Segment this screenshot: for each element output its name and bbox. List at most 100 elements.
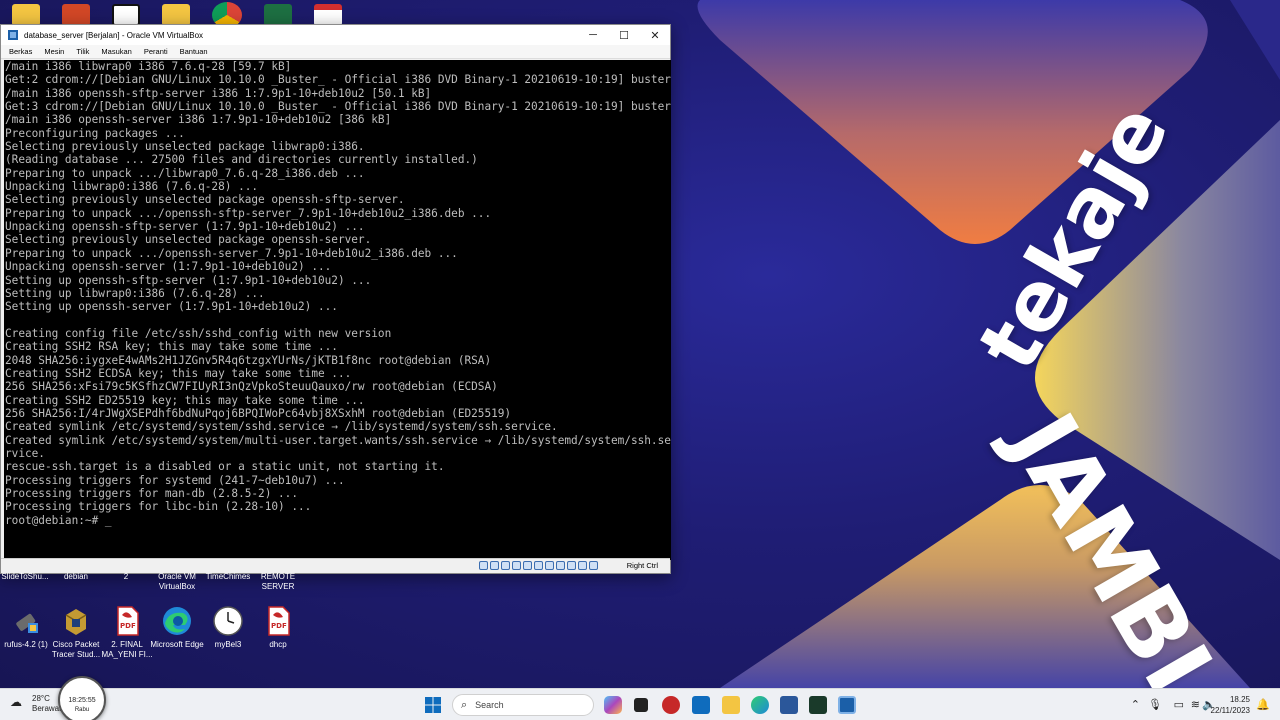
desktop-icon-edge[interactable]: Microsoft Edge — [149, 605, 205, 650]
tray-clock[interactable]: 18.25 22/11/2023 — [1211, 694, 1250, 716]
clock-day: Rabu — [74, 707, 90, 713]
wifi-icon[interactable]: ≋ — [1191, 698, 1200, 711]
terminal-line: /main i386 libwrap0 i386 7.6.q-28 [59.7 … — [5, 60, 292, 73]
window-title: database_server [Berjalan] - Oracle VM V… — [24, 30, 204, 40]
desktop-label-slidetoshutdown[interactable]: SlideToShu... — [0, 572, 53, 582]
menu-peranti[interactable]: Peranti — [144, 47, 168, 56]
terminal-icon[interactable] — [809, 696, 827, 714]
mail-icon[interactable] — [692, 696, 710, 714]
terminal-line: Setting up openssh-server (1:7.9p1-10+de… — [5, 300, 338, 314]
excel-icon[interactable] — [264, 4, 292, 26]
terminal-line: Creating SSH2 ED25519 key; this may take… — [5, 393, 365, 407]
desktop-icon-mybel3[interactable]: myBel3 — [200, 605, 256, 650]
shared-folder-icon[interactable] — [534, 561, 543, 570]
file-explorer-icon[interactable] — [722, 696, 740, 714]
terminal-line: Selecting previously unselected package … — [5, 233, 372, 247]
windows-start-icon[interactable] — [424, 696, 442, 714]
weather-widget[interactable]: ☁ 28°C Berawan — [10, 694, 64, 714]
terminal-line: /main i386 openssh-server i386 1:7.9p1-1… — [5, 113, 392, 127]
terminal-line: 2048 SHA256:iygxeE4wAMs2H1JZGnv5R4q6tzgx… — [5, 353, 492, 367]
terminal-line: Created symlink /etc/systemd/system/sshd… — [5, 420, 558, 434]
terminal-line: Selecting previously unselected package … — [5, 193, 405, 207]
svg-text:PDF: PDF — [271, 622, 287, 630]
cpu-icon[interactable] — [567, 561, 576, 570]
usb-icon[interactable] — [523, 561, 532, 570]
desktop-label-virtualbox[interactable]: Oracle VM VirtualBox — [149, 572, 205, 592]
virtualbox-taskbar-icon[interactable] — [838, 696, 856, 714]
close-button[interactable]: ✕ — [640, 25, 670, 45]
menu-bar: Berkas Mesin Tilik Masukan Peranti Bantu… — [1, 45, 670, 59]
mouse-integration-icon[interactable] — [578, 561, 587, 570]
menu-tilik[interactable]: Tilik — [76, 47, 89, 56]
powerpoint-icon[interactable] — [62, 4, 90, 26]
maximize-button[interactable]: ☐ — [609, 25, 639, 45]
terminal-line: Preparing to unpack .../openssh-server_7… — [5, 246, 458, 260]
hdd-icon[interactable] — [479, 561, 488, 570]
desktop-icon-packet-tracer[interactable]: Cisco Packet Tracer Stud... — [48, 605, 104, 660]
power-app-icon[interactable] — [662, 696, 680, 714]
notification-icon[interactable]: 🔔 — [1256, 698, 1270, 711]
menu-bantuan[interactable]: Bantuan — [180, 47, 208, 56]
network-tray-icon[interactable]: ▭ — [1174, 698, 1184, 711]
status-bar: Right Ctrl — [1, 558, 670, 573]
terminal-line: Processing triggers for man-db (2.8.5-2)… — [5, 487, 298, 500]
edge-icon — [161, 605, 193, 637]
desktop-label-timechimes[interactable]: TimeChimes — [200, 572, 256, 582]
desktop-label-debian[interactable]: debian — [48, 572, 104, 582]
terminal-line: Creating config file /etc/ssh/sshd_confi… — [5, 326, 392, 340]
tray-chevron-icon[interactable]: ⌃ — [1131, 698, 1140, 711]
pdf-icon[interactable] — [314, 4, 342, 26]
word-icon[interactable] — [780, 696, 798, 714]
terminal-line: Created symlink /etc/systemd/system/mult… — [5, 433, 671, 447]
desktop-icon-rufus[interactable]: rufus-4.2 (1) — [0, 605, 54, 650]
terminal-line: (Reading database ... 27500 files and di… — [5, 153, 478, 167]
minimize-button[interactable]: ─ — [578, 25, 608, 45]
network-icon[interactable] — [512, 561, 521, 570]
task-view-icon[interactable] — [634, 698, 648, 712]
folder-icon[interactable] — [12, 4, 40, 26]
terminal-line: Creating SSH2 RSA key; this may take som… — [5, 340, 338, 354]
desktop-icon-final-pdf[interactable]: PDF 2. FINAL MA_YENI FI... — [99, 605, 155, 660]
terminal-line: Setting up openssh-sftp-server (1:7.9p1-… — [5, 273, 372, 287]
copilot-icon[interactable] — [604, 696, 622, 714]
keyboard-icon[interactable] — [589, 561, 598, 570]
terminal-line: Unpacking libwrap0:i386 (7.6.q-28) ... — [5, 180, 259, 194]
audio-icon[interactable] — [501, 561, 510, 570]
terminal-line: Preconfiguring packages ... — [5, 126, 185, 140]
window-titlebar[interactable]: database_server [Berjalan] - Oracle VM V… — [1, 25, 670, 45]
terminal-line: rescue-ssh.target is a disabled or a sta… — [5, 460, 445, 474]
microphone-icon[interactable]: 🎙 — [1148, 698, 1162, 711]
taskbar-search[interactable]: ⌕ Search — [452, 694, 594, 716]
capcut-icon[interactable] — [112, 4, 140, 26]
folder-icon[interactable] — [162, 4, 190, 26]
clock-time: 18:25:55 — [68, 697, 96, 704]
terminal-line: Preparing to unpack .../libwrap0_7.6.q-2… — [5, 166, 365, 180]
menu-mesin[interactable]: Mesin — [44, 47, 64, 56]
desktop-label-remote-server[interactable]: REMOTE SERVER — [251, 572, 305, 592]
clock-icon — [212, 605, 244, 637]
desktop-label-2[interactable]: 2 — [98, 572, 154, 582]
menu-berkas[interactable]: Berkas — [9, 47, 32, 56]
recording-icon[interactable] — [556, 561, 565, 570]
edge-taskbar-icon[interactable] — [751, 696, 769, 714]
terminal-line: Preparing to unpack .../openssh-sftp-ser… — [5, 206, 492, 220]
menu-masukan[interactable]: Masukan — [101, 47, 131, 56]
search-icon: ⌕ — [461, 698, 468, 711]
packet-tracer-icon — [60, 605, 92, 637]
analog-clock-widget[interactable]: 18:25:55 Rabu — [58, 676, 106, 720]
terminal-line: 256 SHA256:I/4rJWgXSEPdhf6bdNuPqoj6BPQIW… — [5, 406, 512, 420]
terminal-line: Creating SSH2 ECDSA key; this may take s… — [5, 366, 352, 380]
terminal-line: Setting up libwrap0:i386 (7.6.q-28) ... — [5, 286, 265, 300]
usb-drive-icon — [10, 605, 42, 637]
optical-drive-icon[interactable] — [490, 561, 499, 570]
vm-console-screen[interactable]: /main i386 libwrap0 i386 7.6.q-28 [59.7 … — [4, 60, 671, 560]
taskbar: ☁ 28°C Berawan ⌕ Search ⌃ 🎙 ▭ ≋ 🔈 18.25 … — [0, 688, 1280, 720]
virtualbox-window[interactable]: database_server [Berjalan] - Oracle VM V… — [0, 24, 671, 574]
terminal-line: rvice. — [5, 446, 45, 460]
search-placeholder: Search — [475, 700, 504, 710]
display-icon[interactable] — [545, 561, 554, 570]
tray-time: 18.25 — [1229, 695, 1250, 704]
terminal-line: Get:2 cdrom://[Debian GNU/Linux 10.10.0 … — [5, 73, 671, 87]
desktop-icon-dhcp[interactable]: PDF dhcp — [250, 605, 306, 650]
